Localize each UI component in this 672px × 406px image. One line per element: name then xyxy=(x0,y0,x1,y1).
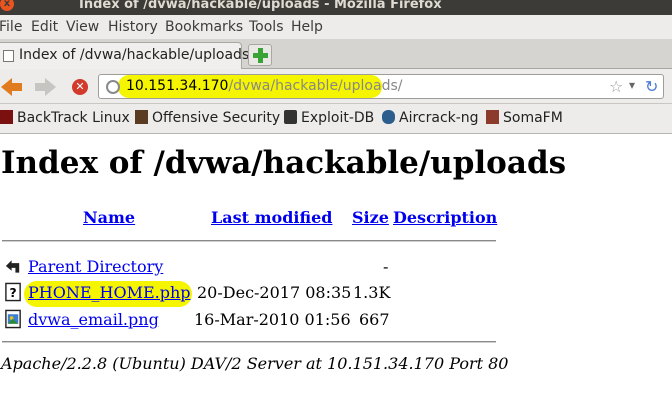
image-file-icon xyxy=(5,309,21,329)
column-description-link[interactable]: Description xyxy=(393,208,497,227)
tab-strip: Index of /dvwa/hackable/uploads xyxy=(0,39,672,69)
top-divider xyxy=(2,240,496,242)
forward-button[interactable] xyxy=(34,75,58,99)
url-bar[interactable]: 10.151.34.170/dvwa/hackable/uploads/ ☆ ▾… xyxy=(98,74,664,99)
aircrack-icon xyxy=(382,110,395,124)
window-title: Index of /dvwa/hackable/uploads - Mozill… xyxy=(79,0,442,12)
menu-tools[interactable]: Tools xyxy=(249,19,284,35)
page-icon xyxy=(3,50,14,62)
file-modified: 20-Dec-2017 08:35 xyxy=(197,283,352,302)
url-dropdown-icon[interactable]: ▾ xyxy=(629,78,635,92)
backtrack-icon xyxy=(0,110,13,124)
bookmarks-toolbar: BackTrack Linux Offensive Security Explo… xyxy=(0,104,672,134)
unknown-file-icon: ? xyxy=(5,282,21,302)
column-name-link[interactable]: Name xyxy=(83,208,135,227)
page-content: Index of /dvwa/hackable/uploads Name Las… xyxy=(0,135,672,406)
page-title: Index of /dvwa/hackable/uploads xyxy=(1,145,567,181)
url-path: /dvwa/hackable/uploads/ xyxy=(228,78,403,94)
menu-file[interactable]: File xyxy=(0,19,22,35)
svg-text:?: ? xyxy=(9,286,16,300)
menu-help[interactable]: Help xyxy=(291,19,323,35)
tab-uploads-index[interactable]: Index of /dvwa/hackable/uploads xyxy=(0,42,249,69)
bookmark-aircrack-ng[interactable]: Aircrack-ng xyxy=(382,110,479,126)
bookmark-exploit-db[interactable]: Exploit-DB xyxy=(284,110,374,126)
file-modified: 16-Mar-2010 01:56 xyxy=(194,310,351,329)
stop-button[interactable]: ✕ xyxy=(68,75,92,99)
stop-icon: ✕ xyxy=(72,79,88,95)
back-folder-icon xyxy=(5,260,20,273)
forward-arrow-icon xyxy=(45,78,56,96)
parent-size: - xyxy=(383,257,389,276)
file-size: 1.3K xyxy=(353,283,391,302)
bookmark-offensive-security[interactable]: Offensive Security xyxy=(135,110,280,126)
bottom-divider xyxy=(2,341,496,343)
bookmark-backtrack-linux[interactable]: BackTrack Linux xyxy=(0,110,130,126)
tab-label: Index of /dvwa/hackable/uploads xyxy=(19,47,250,63)
bookmark-star-icon[interactable]: ☆ xyxy=(609,77,623,96)
globe-icon xyxy=(106,80,120,94)
bookmark-somafm[interactable]: SomaFM xyxy=(486,110,563,126)
somafm-icon xyxy=(486,110,499,124)
navigation-toolbar: ✕ 10.151.34.170/dvwa/hackable/uploads/ ☆… xyxy=(0,69,672,104)
url-text[interactable]: 10.151.34.170/dvwa/hackable/uploads/ xyxy=(126,78,402,94)
exploit-db-icon xyxy=(284,110,297,124)
file-link[interactable]: PHONE_HOME.php xyxy=(28,283,191,302)
window-titlebar: x Index of /dvwa/hackable/uploads - Mozi… xyxy=(0,0,672,15)
window-close-button[interactable]: x xyxy=(0,0,14,11)
menu-history[interactable]: History xyxy=(108,19,158,35)
menu-bookmarks[interactable]: Bookmarks xyxy=(165,19,243,35)
back-button[interactable] xyxy=(0,75,24,99)
new-tab-button[interactable] xyxy=(248,44,272,66)
menu-view[interactable]: View xyxy=(66,19,99,35)
server-signature: Apache/2.2.8 (Ubuntu) DAV/2 Server at 10… xyxy=(1,354,509,373)
file-size: 667 xyxy=(359,310,390,329)
offensive-security-icon xyxy=(135,110,148,124)
menu-bar: File Edit View History Bookmarks Tools H… xyxy=(0,15,672,39)
parent-directory-link[interactable]: Parent Directory xyxy=(28,257,163,276)
menu-edit[interactable]: Edit xyxy=(31,19,58,35)
file-link[interactable]: dvwa_email.png xyxy=(28,310,159,329)
column-last-modified-link[interactable]: Last modified xyxy=(211,208,332,227)
reload-icon[interactable]: ↻ xyxy=(645,77,658,96)
column-size-link[interactable]: Size xyxy=(352,208,389,227)
url-host: 10.151.34.170 xyxy=(126,78,229,94)
